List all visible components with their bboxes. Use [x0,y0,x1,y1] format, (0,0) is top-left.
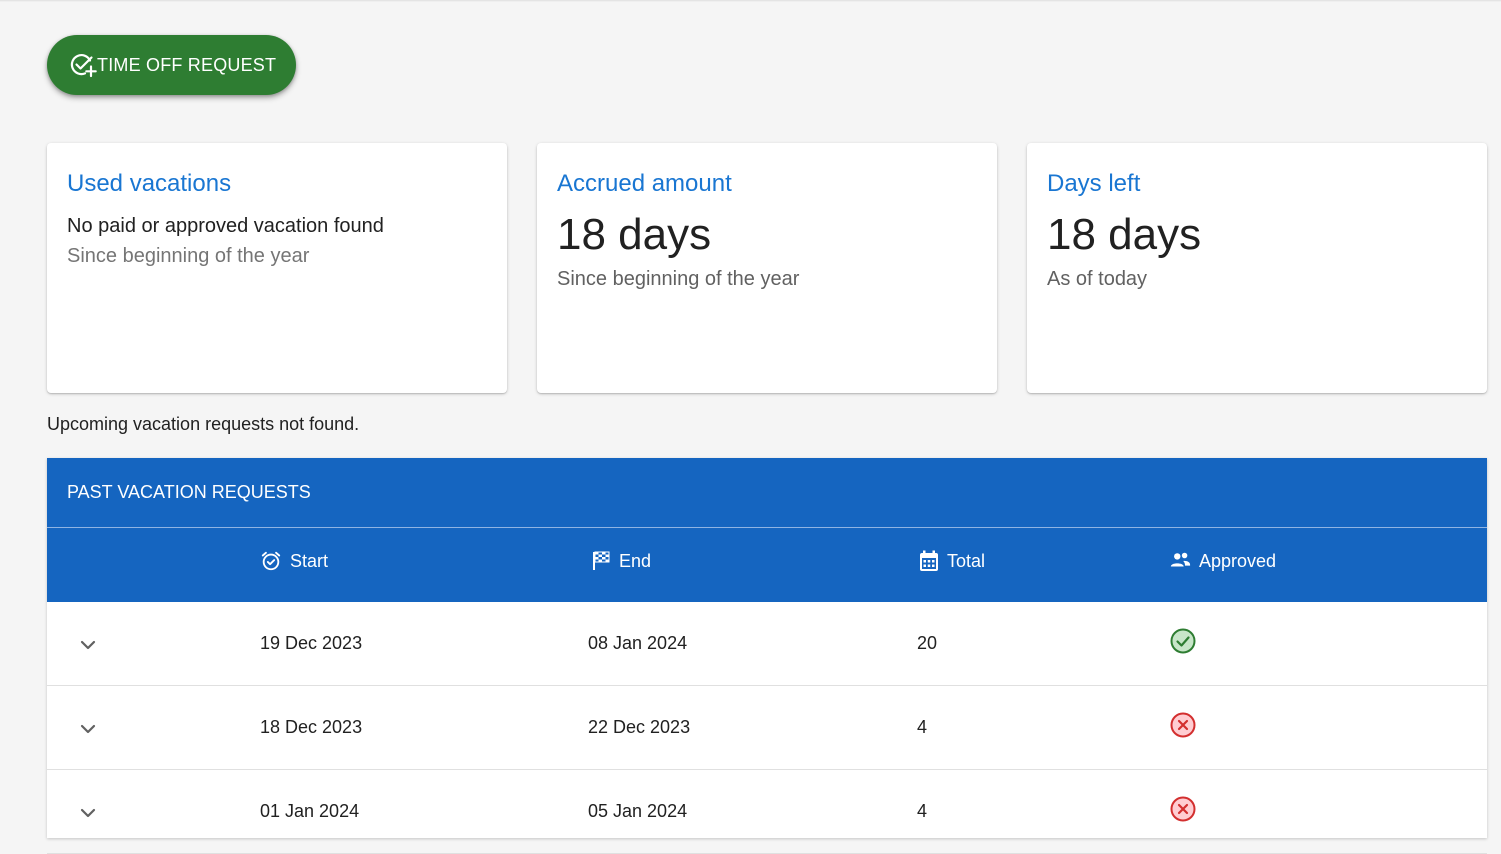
column-approved-label: Approved [1199,551,1277,571]
row-end-date: 05 Jan 2024 [588,801,688,821]
upcoming-requests-message: Upcoming vacation requests not found. [47,414,360,434]
people-icon [1170,552,1191,567]
days-left-value: 18 days [1047,210,1202,259]
accrued-amount-subtitle: Since beginning of the year [557,268,800,290]
row-total-days: 4 [917,801,928,821]
time-off-request-button[interactable]: TIME OFF REQUEST [47,35,296,95]
row-end-date: 22 Dec 2023 [588,717,691,737]
calendar-icon [920,550,938,571]
table-row[interactable]: 18 Dec 2023 22 Dec 2023 4 [47,686,1487,770]
cancel-circle-icon [1170,712,1196,738]
table-row[interactable]: 01 Jan 2024 05 Jan 2024 4 [47,770,1487,854]
past-requests-title: PAST VACATION REQUESTS [67,482,311,502]
accrued-amount-card: Accrued amount 18 days Since beginning o… [537,143,997,393]
time-off-request-label: TIME OFF REQUEST [97,54,277,75]
row-start-date: 01 Jan 2024 [260,801,360,821]
accrued-amount-value: 18 days [557,210,712,259]
used-vacations-title: Used vacations [67,170,232,197]
alarm-check-icon [261,551,281,571]
column-total[interactable]: Total [919,550,985,572]
days-left-title: Days left [1047,170,1141,197]
past-requests-header: PAST VACATION REQUESTS [47,458,1487,528]
days-left-card: Days left 18 days As of today [1027,143,1487,393]
column-approved[interactable]: Approved [1169,550,1276,572]
column-total-label: Total [947,551,986,571]
past-vacation-requests-panel: PAST VACATION REQUESTS Start End Total A… [47,458,1487,854]
checkered-flag-icon [593,551,610,570]
used-vacations-message: No paid or approved vacation found [67,215,384,237]
column-start[interactable]: Start [260,550,328,572]
row-total-days: 4 [917,717,928,737]
chevron-down-icon[interactable] [77,718,99,740]
days-left-subtitle: As of today [1047,268,1148,290]
table-row[interactable]: 19 Dec 2023 08 Jan 2024 20 [47,602,1487,686]
table-column-header: Start End Total Approved [47,528,1487,602]
row-end-date: 08 Jan 2024 [588,633,688,653]
chevron-down-icon[interactable] [77,634,99,656]
check-circle-plus-icon [69,51,97,79]
cancel-circle-icon [1170,796,1196,822]
row-total-days: 20 [917,633,938,653]
chevron-down-icon[interactable] [77,802,99,824]
column-end[interactable]: End [591,550,651,572]
used-vacations-subtitle: Since beginning of the year [67,245,310,267]
used-vacations-card: Used vacations No paid or approved vacat… [47,143,507,393]
row-start-date: 19 Dec 2023 [260,633,363,653]
top-bar-shadow [0,0,1501,2]
column-start-label: Start [290,551,329,571]
row-start-date: 18 Dec 2023 [260,717,363,737]
accrued-amount-title: Accrued amount [557,170,732,197]
check-circle-icon [1170,628,1196,654]
column-end-label: End [619,551,652,571]
